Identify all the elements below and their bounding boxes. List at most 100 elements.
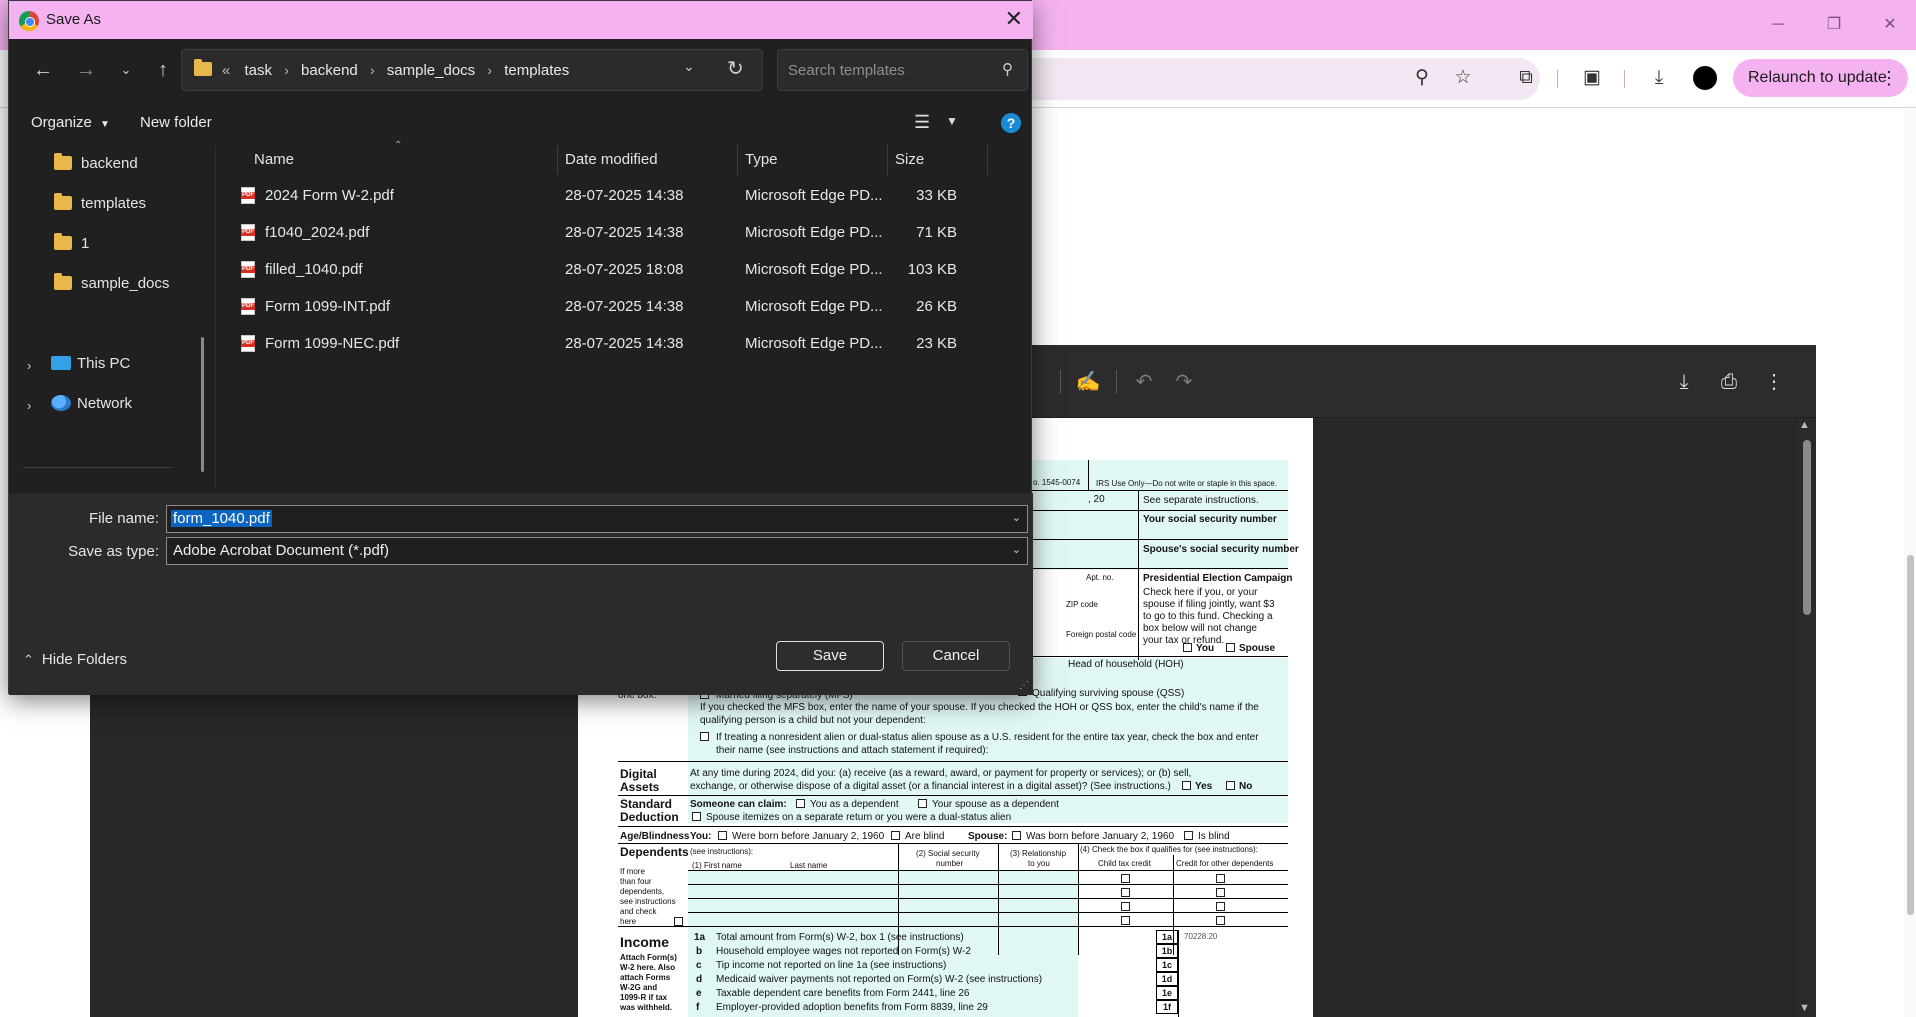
spouse-blind-checkbox[interactable] [1184,831,1193,840]
other-credit-checkbox[interactable] [1216,916,1225,925]
column-header-name[interactable]: Name [246,145,566,175]
relaunch-button[interactable]: Relaunch to update ⋮ [1733,59,1908,97]
spouse-dependent-checkbox[interactable] [918,799,927,808]
form-rule [688,898,1288,899]
file-name-dropdown-icon[interactable]: ⌄ [1012,511,1021,524]
child-credit-checkbox[interactable] [1121,888,1130,897]
nav-item-backend[interactable]: backend [54,151,138,177]
redo-icon[interactable]: ↷ [1170,368,1198,396]
forward-arrow-icon[interactable]: → [73,57,99,83]
pdf-scrollbar-thumb[interactable] [1803,440,1811,615]
search-icon[interactable]: ⚲ [1002,60,1013,78]
print-icon[interactable]: ⎙ [1715,368,1743,396]
save-type-dropdown-icon[interactable]: ⌄ [1012,543,1021,556]
address-dropdown-icon[interactable]: ⌄ [683,58,695,75]
resize-grip-icon[interactable]: ⋰ [1019,680,1029,691]
view-dropdown-icon[interactable]: ▼ [946,114,958,128]
cancel-button[interactable]: Cancel [902,641,1010,671]
back-arrow-icon[interactable]: ← [30,57,56,83]
pdf-more-icon[interactable]: ⋮ [1760,368,1788,396]
help-icon[interactable]: ? [1001,113,1021,133]
file-row[interactable]: filled_1040.pdf 28-07-2025 18:08 Microso… [217,255,997,285]
cast-search-icon[interactable]: ▣ [1578,64,1606,92]
download-icon[interactable]: ⤓ [1645,64,1673,92]
nav-item-sample-docs[interactable]: sample_docs [54,271,169,297]
up-arrow-icon[interactable]: ↑ [150,57,176,83]
column-header-date[interactable]: Date modified [557,145,737,175]
pane-splitter[interactable] [215,145,216,489]
child-credit-checkbox[interactable] [1121,902,1130,911]
child-credit-checkbox[interactable] [1121,874,1130,883]
breadcrumb-backend[interactable]: backend [301,62,358,79]
pdf-download-icon[interactable]: ⤓ [1670,368,1698,396]
pc-icon [51,356,71,370]
other-credit-checkbox[interactable] [1216,902,1225,911]
file-row[interactable]: Form 1099-NEC.pdf 28-07-2025 14:38 Micro… [217,329,997,359]
column-header-type[interactable]: Type [737,145,887,175]
save-button[interactable]: Save [776,641,884,671]
you-born-before-checkbox[interactable] [718,831,727,840]
undo-icon[interactable]: ↶ [1130,368,1158,396]
digital-assets-yes-checkbox[interactable] [1182,781,1191,790]
spouse-dependent-label: Your spouse as a dependent [932,799,1059,810]
column-divider[interactable] [987,145,988,175]
file-row[interactable]: 2024 Form W-2.pdf 28-07-2025 14:38 Micro… [217,181,997,211]
profile-avatar[interactable] [1693,66,1717,90]
you-dependent-checkbox[interactable] [796,799,805,808]
draw-icon[interactable]: ✍ [1074,368,1102,396]
file-row[interactable]: Form 1099-INT.pdf 28-07-2025 14:38 Micro… [217,292,997,322]
page-scrollbar-thumb[interactable] [1907,555,1914,915]
nav-pane-scrollbar[interactable] [201,337,204,472]
other-credit-checkbox[interactable] [1216,874,1225,883]
expand-chevron-icon[interactable]: › [27,398,31,413]
zoom-icon[interactable]: ⚲ [1408,64,1436,92]
child-credit-checkbox[interactable] [1121,916,1130,925]
breadcrumb-templates[interactable]: templates [504,62,569,79]
more-menu-icon[interactable]: ⋮ [1880,59,1898,97]
income-line-value[interactable]: 70228.20 [1184,932,1217,941]
digital-assets-no-checkbox[interactable] [1226,781,1235,790]
file-name-value[interactable]: form_1040.pdf [171,510,272,527]
chrome-logo-icon [19,11,39,31]
hide-folders-button[interactable]: ⌃ Hide Folders [23,651,127,668]
breadcrumb-task[interactable]: task [245,62,273,79]
organize-menu[interactable]: Organize ▼ [31,114,110,131]
new-folder-button[interactable]: New folder [140,114,212,131]
save-type-select[interactable]: Adobe Acrobat Document (*.pdf) ⌄ [166,537,1028,565]
refresh-icon[interactable]: ↻ [727,56,744,81]
col-first-name: (1) First name [692,861,742,870]
dialog-close-icon[interactable]: ✕ [1005,7,1023,31]
search-box[interactable]: ⚲ [777,49,1028,91]
nav-item-templates[interactable]: templates [54,191,146,217]
file-list: ⌃ Name Date modified Type Size 2024 Form… [217,140,1033,489]
dialog-address-bar[interactable]: « task › backend › sample_docs › templat… [181,49,763,91]
spouse-born-before-checkbox[interactable] [1012,831,1021,840]
nav-item-network[interactable]: Network [51,391,132,417]
file-row[interactable]: f1040_2024.pdf 28-07-2025 14:38 Microsof… [217,218,997,248]
breadcrumb-overflow[interactable]: « [222,62,230,79]
column-header-size[interactable]: Size [887,145,987,175]
search-input[interactable] [788,60,988,80]
scroll-down-icon[interactable]: ▼ [1799,1002,1810,1014]
nav-item-1[interactable]: 1 [54,231,89,257]
pec-spouse-checkbox[interactable] [1226,643,1235,652]
other-credit-checkbox[interactable] [1216,888,1225,897]
bookmark-star-icon[interactable]: ☆ [1449,64,1477,92]
view-options-icon[interactable]: ☰ [914,112,934,132]
close-window-button[interactable]: ✕ [1875,12,1905,38]
nra-checkbox[interactable] [700,732,709,741]
spouse-itemizes-checkbox[interactable] [692,812,701,821]
more-dependents-checkbox[interactable] [674,917,683,926]
recent-locations-chevron-icon[interactable]: ⌄ [113,57,139,83]
nav-item-this-pc[interactable]: This PC [51,351,130,377]
mfs-note-1: If you checked the MFS box, enter the na… [700,702,1259,713]
expand-chevron-icon[interactable]: › [27,358,31,373]
minimize-button[interactable]: ─ [1763,12,1793,38]
scroll-up-icon[interactable]: ▲ [1799,419,1810,431]
restore-button[interactable]: ❐ [1819,12,1849,38]
pec-you-checkbox[interactable] [1183,643,1192,652]
file-name-field[interactable]: form_1040.pdf ⌄ [166,505,1028,533]
breadcrumb-sample-docs[interactable]: sample_docs [387,62,475,79]
extensions-icon[interactable]: ⧉ [1512,64,1540,92]
you-blind-checkbox[interactable] [891,831,900,840]
